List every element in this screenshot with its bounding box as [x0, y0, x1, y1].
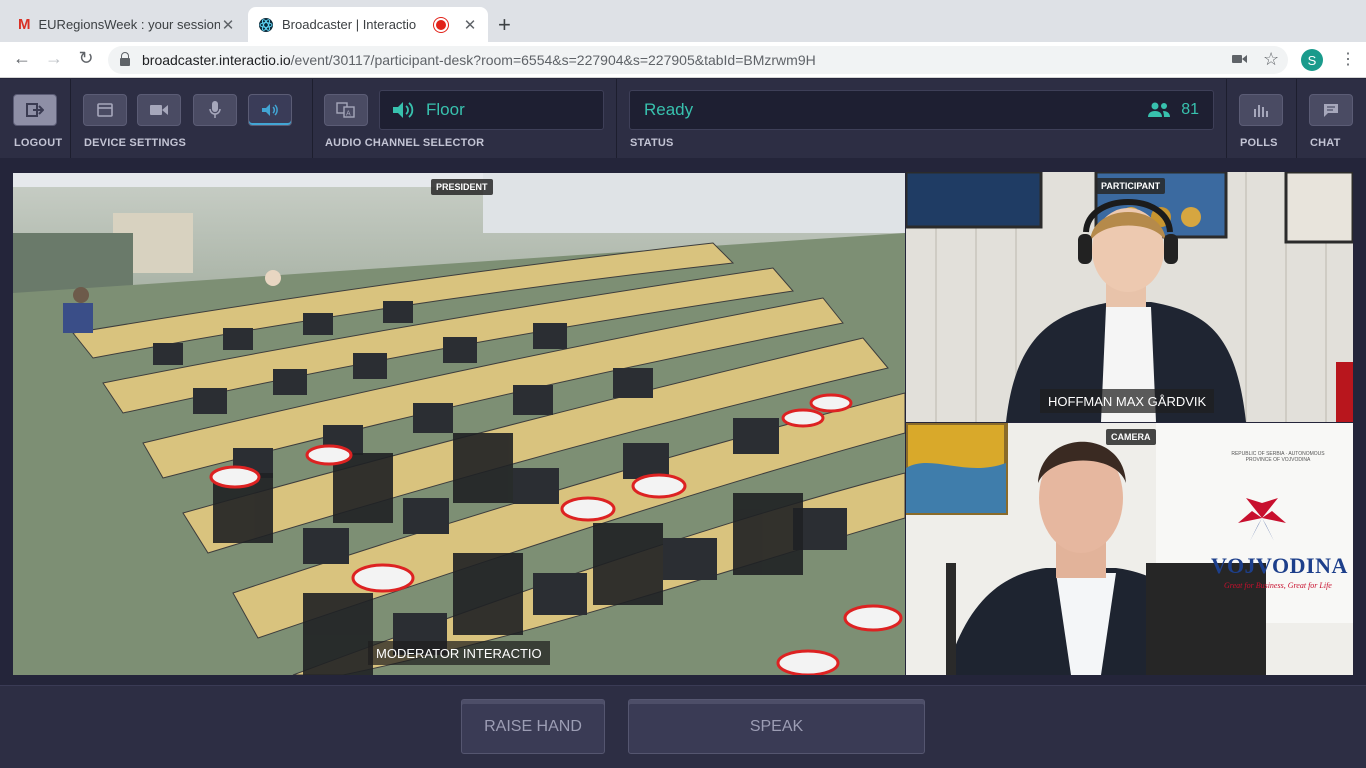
tab-euregionsweek[interactable]: M EURegionsWeek : your session ✕: [8, 7, 246, 42]
speaker-name-tag: MODERATOR INTERACTIO: [368, 641, 550, 665]
speak-button[interactable]: SPEAK: [628, 699, 925, 754]
status-value: Ready: [644, 100, 694, 119]
speaker-toggle-button[interactable]: [248, 94, 292, 126]
reload-icon[interactable]: ↻: [74, 48, 98, 69]
audio-channel-dropdown[interactable]: Floor: [379, 90, 604, 130]
participant-image: [906, 172, 1353, 422]
raise-hand-button[interactable]: RAISE HAND: [461, 699, 605, 754]
logout-label: LOGOUT: [14, 137, 63, 149]
audio-channel-selector-label: AUDIO CHANNEL SELECTOR: [325, 137, 485, 149]
tab-broadcaster[interactable]: Broadcaster | Interactio ✕: [248, 7, 488, 42]
speaker-icon: [393, 102, 414, 118]
divider: [312, 79, 313, 158]
browser-menu-icon[interactable]: ⋮: [1340, 49, 1356, 69]
camera-toggle-button[interactable]: [137, 94, 181, 126]
window-settings-button[interactable]: [83, 94, 127, 126]
chat-button[interactable]: [1309, 94, 1353, 126]
divider: [1296, 79, 1297, 158]
bookmark-star-icon[interactable]: ☆: [1263, 49, 1279, 70]
audio-channel-value: Floor: [426, 100, 465, 119]
close-tab-icon[interactable]: ✕: [462, 16, 478, 34]
translate-icon: A: [336, 102, 355, 118]
microphone-toggle-button[interactable]: [193, 94, 237, 126]
close-tab-icon[interactable]: ✕: [220, 16, 236, 34]
polls-button[interactable]: [1239, 94, 1283, 126]
device-settings-label: DEVICE SETTINGS: [84, 137, 187, 149]
svg-text:A: A: [346, 111, 351, 118]
participant-video[interactable]: PARTICIPANT HOFFMAN MAX GÅRDVIK: [906, 172, 1353, 422]
recording-indicator-icon: [434, 17, 448, 32]
profile-avatar[interactable]: S: [1301, 49, 1323, 71]
divider: [616, 79, 617, 158]
url-host: broadcaster.interactio.io: [142, 52, 291, 68]
camera-indicator-icon[interactable]: [1232, 52, 1248, 68]
react-icon: [259, 17, 273, 32]
gmail-icon: M: [18, 16, 31, 33]
participant-name-tag: HOFFMAN MAX GÅRDVIK: [1040, 389, 1215, 413]
logout-icon: [26, 103, 44, 117]
tab-title: Broadcaster | Interactio: [282, 17, 417, 32]
forward-arrow-icon[interactable]: →: [42, 48, 66, 69]
url-input[interactable]: broadcaster.interactio.io/event/30117/pa…: [108, 46, 1288, 74]
chat-bubble-icon: [1324, 104, 1338, 117]
camera-video[interactable]: VOJVODINA Great for Business, Great for …: [906, 423, 1353, 675]
president-video[interactable]: PRESIDENT MODERATOR INTERACTIO: [13, 173, 905, 675]
polls-label: POLLS: [1240, 137, 1278, 149]
conference-hall-image: [13, 173, 905, 675]
url-path: /event/30117/participant-desk?room=6554&…: [290, 52, 816, 68]
video-role-badge: PARTICIPANT: [1096, 178, 1166, 194]
back-arrow-icon[interactable]: ←: [10, 48, 34, 69]
video-role-badge: PRESIDENT: [431, 179, 493, 195]
lock-icon: [120, 52, 130, 66]
participants-icon: [1148, 102, 1171, 117]
status-panel: Ready 81: [629, 90, 1214, 130]
logout-button[interactable]: [13, 94, 57, 126]
status-label: STATUS: [630, 137, 674, 149]
banner-title: VOJVODINA: [1211, 553, 1348, 578]
video-role-badge: CAMERA: [1106, 429, 1156, 445]
banner-tagline: Great for Business, Great for Life: [1224, 581, 1332, 590]
speaker-icon: [262, 104, 278, 116]
microphone-icon: [209, 101, 221, 118]
divider: [1226, 79, 1227, 158]
video-camera-icon: [150, 105, 168, 115]
window-icon: [97, 103, 113, 117]
new-tab-button[interactable]: +: [498, 12, 511, 38]
participant-count: 81: [1181, 101, 1199, 118]
translate-button[interactable]: A: [324, 94, 368, 126]
tab-title: EURegionsWeek : your session: [38, 17, 221, 32]
bar-chart-icon: [1254, 105, 1268, 117]
divider: [70, 79, 71, 158]
banner-small-text: REPUBLIC OF SERBIA · AUTONOMOUS PROVINCE…: [1231, 451, 1325, 463]
chat-label: CHAT: [1310, 137, 1341, 149]
